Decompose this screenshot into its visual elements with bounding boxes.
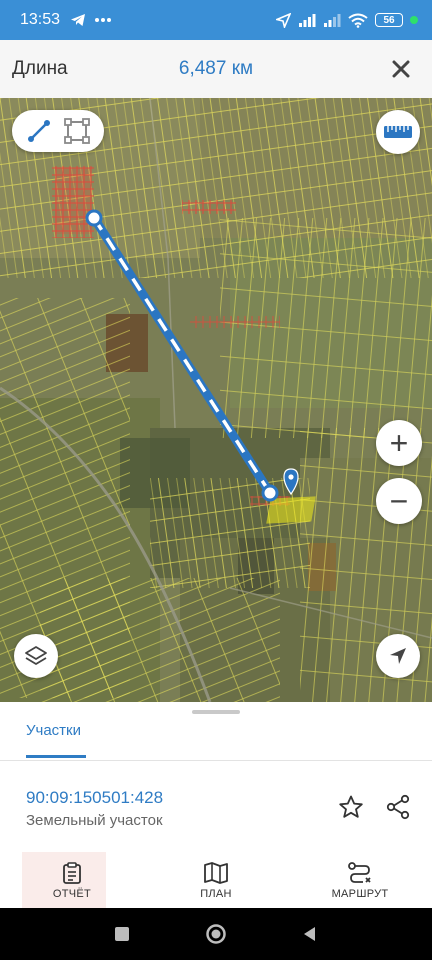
zoom-in-icon: + [389,425,409,461]
nav-report[interactable]: ОТЧЁТ [0,852,144,912]
tab-indicator [26,755,86,758]
zoom-in-button[interactable]: + [376,420,422,466]
close-icon [392,60,410,78]
status-bar: 13:53 56 [0,0,432,40]
system-navigation-bar [0,908,432,960]
tab-parcels[interactable]: Участки [26,722,81,739]
line-measure-button[interactable] [21,113,57,149]
location-arrow-icon [276,12,291,28]
parcel-cadastral-number[interactable]: 90:09:150501:428 [26,788,163,808]
share-icon [386,794,410,820]
nav-route-label: МАРШРУТ [331,887,389,900]
square-icon[interactable] [113,925,131,943]
telegram-icon [71,14,86,26]
ruler-icon [384,126,412,138]
app-screen: 13:53 56 Длина 6,487 км + − Участки 90:0… [0,0,432,960]
nav-route[interactable]: МАРШРУТ [288,852,432,908]
layers-button[interactable] [14,634,58,678]
nav-report-label: ОТЧЁТ [52,887,92,900]
area-measure-icon [64,118,90,144]
map-imagery[interactable] [0,98,432,702]
ruler-button[interactable] [376,110,420,154]
more-dots-icon [95,18,112,22]
map-icon [204,861,228,884]
measure-mode-toggle[interactable] [12,110,104,152]
route-icon [348,861,371,883]
navigation-arrow-icon [390,648,406,664]
favorite-button[interactable] [334,790,368,824]
signal-icon [324,14,341,27]
line-measure-icon [28,120,50,142]
signal-icon [299,14,316,27]
charging-dot-icon [410,16,418,24]
report-clipboard-icon [63,861,81,884]
bottom-navigation: ОТЧЁТ ПЛАН МАРШРУТ [0,852,432,912]
satellite-map[interactable]: + − [0,98,432,702]
my-location-button[interactable] [376,634,420,678]
close-button[interactable] [384,52,418,86]
star-icon [339,795,363,818]
zoom-out-button[interactable]: − [376,478,422,524]
measure-header: Длина 6,487 км [0,40,432,98]
layers-icon [25,646,47,665]
header-title: Длина [12,58,68,79]
sheet-drag-handle[interactable] [192,710,240,714]
divider [0,760,432,761]
circle-icon[interactable] [205,923,227,945]
nav-plan-label: ПЛАН [200,887,232,900]
status-time: 13:53 [20,11,61,28]
area-measure-button[interactable] [59,113,95,149]
wifi-icon [348,13,368,28]
nav-plan[interactable]: ПЛАН [144,852,288,908]
battery-icon: 56 [375,13,403,27]
share-button[interactable] [381,790,415,824]
back-triangle-icon[interactable] [301,925,319,943]
zoom-out-icon: − [389,483,409,519]
parcel-type: Земельный участок [26,812,163,829]
